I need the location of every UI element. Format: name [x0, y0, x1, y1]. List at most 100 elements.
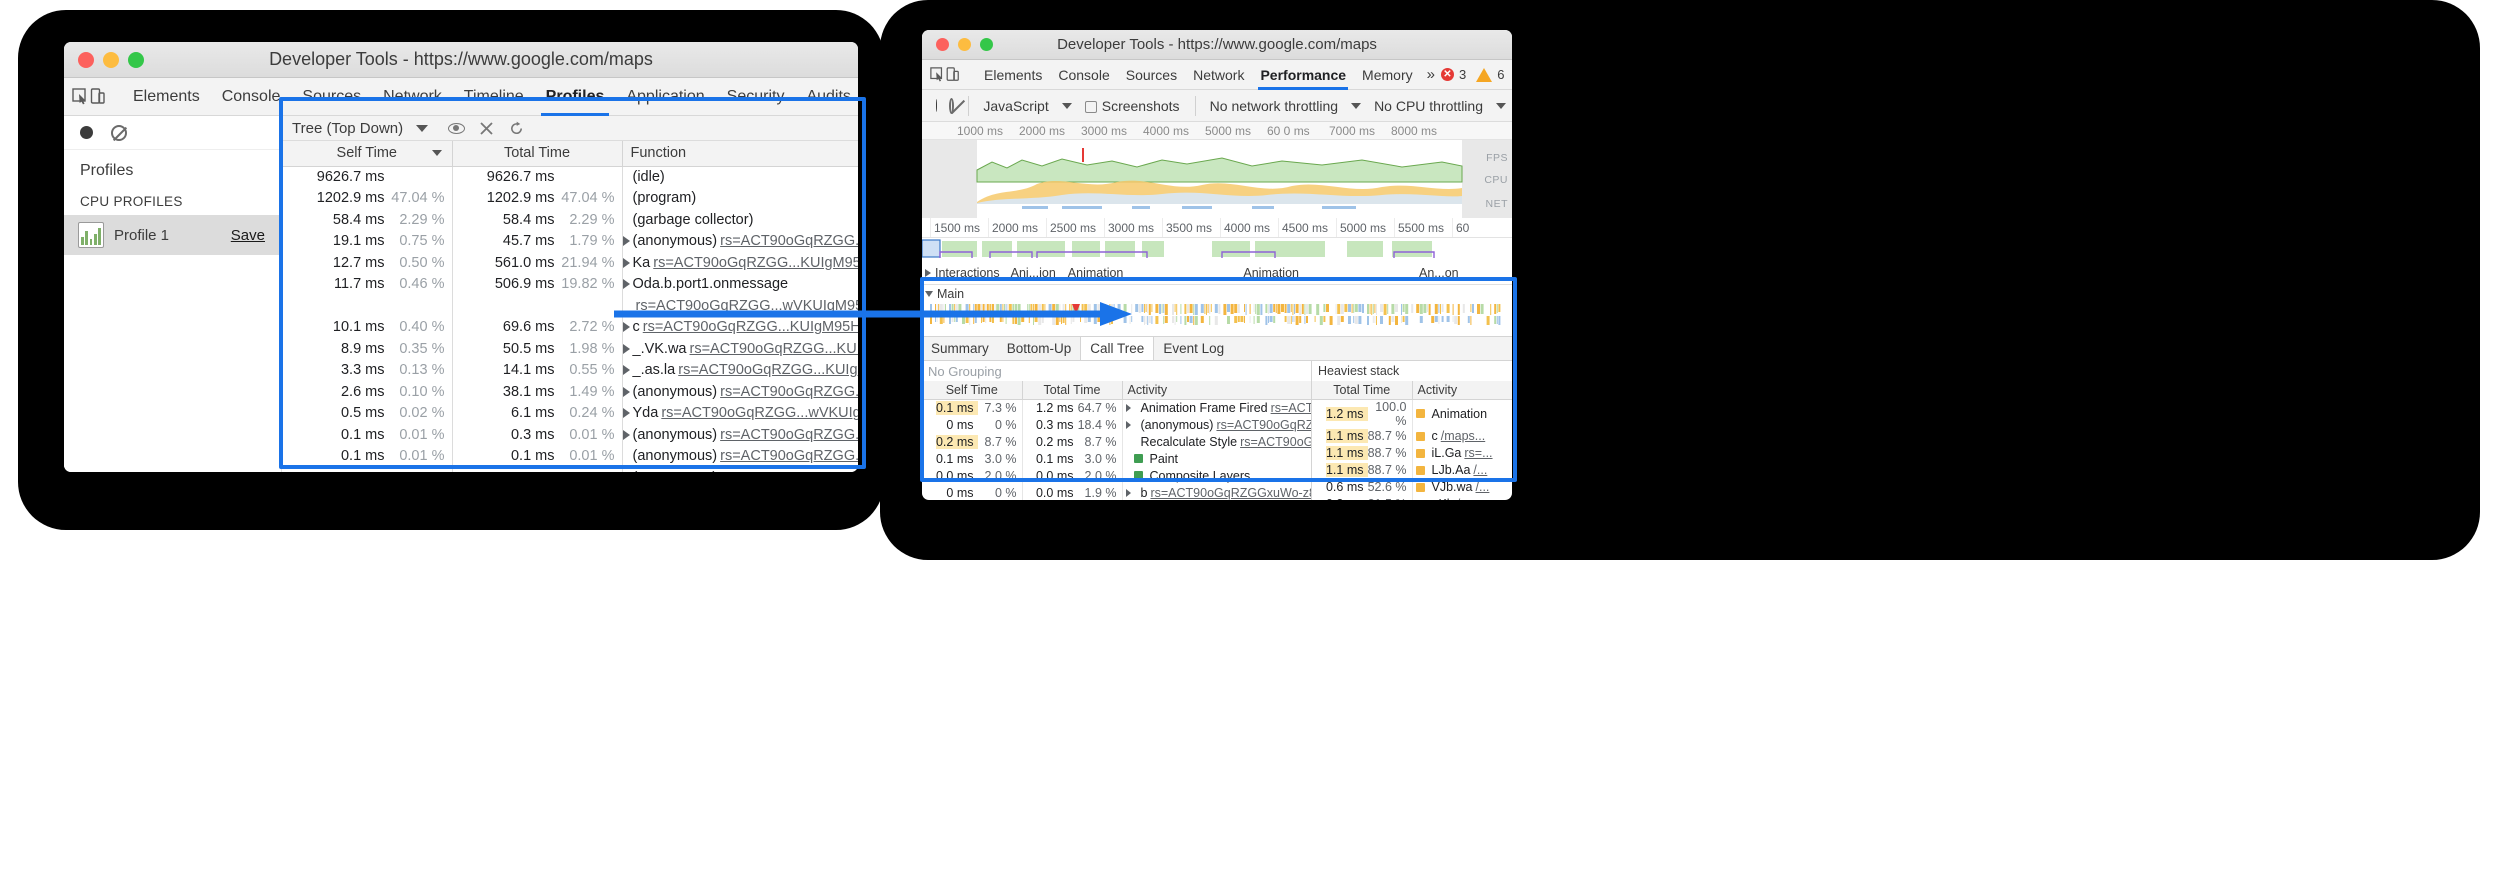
- main-row[interactable]: Main: [922, 285, 1512, 303]
- device-toolbar-icon[interactable]: [89, 83, 106, 111]
- source-link[interactable]: rs=ACT90oGqRZGG...KUIgM95Hw:1176: [720, 427, 858, 443]
- expand-triangle-icon[interactable]: [623, 279, 630, 289]
- table-row[interactable]: 0.5 ms0.02 %6.1 ms0.24 %Ydars=ACT90oGqRZ…: [282, 403, 858, 425]
- expand-triangle-icon[interactable]: [1126, 404, 1131, 412]
- source-link[interactable]: rs=ACT90oGqRZGG...VKUIgM95Hw:679: [720, 448, 858, 464]
- tab-application[interactable]: Application: [615, 78, 715, 116]
- inspect-element-icon-right[interactable]: [930, 61, 945, 89]
- tab-profiles[interactable]: Profiles: [535, 78, 616, 116]
- hs-source-link[interactable]: /maps...: [1441, 429, 1485, 443]
- hs-source-link[interactable]: /ma...: [1457, 497, 1488, 500]
- btab-call-tree[interactable]: Call Tree: [1080, 337, 1154, 360]
- exclude-close-icon[interactable]: [471, 116, 501, 140]
- heaviest-stack-row[interactable]: 1.1 ms88.7 %iL.Gars=...: [1312, 445, 1512, 462]
- activity-source-link[interactable]: rs=ACT90oGqR...: [1240, 435, 1311, 449]
- javascript-chevron-down-icon[interactable]: [1062, 103, 1072, 109]
- record-icon[interactable]: [80, 126, 93, 139]
- expand-triangle-icon[interactable]: [623, 236, 630, 246]
- right-window-controls[interactable]: [936, 38, 993, 51]
- tab-sources[interactable]: Sources: [291, 78, 372, 116]
- tab-console[interactable]: Console: [211, 78, 292, 116]
- rtab-overflow-icon[interactable]: »: [1421, 60, 1441, 90]
- call-tree-row[interactable]: 0.1 ms7.3 %1.2 ms64.7 %Animation Frame F…: [922, 399, 1311, 416]
- right-error-badge[interactable]: ✕ 3: [1441, 67, 1466, 82]
- device-toolbar-icon-right[interactable]: [945, 61, 960, 89]
- close-button-right[interactable]: [936, 38, 949, 51]
- source-link[interactable]: rs=ACT90oGqRZGG...KUIgM95Hw:1662: [690, 341, 859, 357]
- profile-list-item[interactable]: Profile 1 Save: [64, 215, 281, 255]
- col-function[interactable]: Function: [622, 141, 858, 166]
- hs-source-link[interactable]: rs=...: [1464, 446, 1492, 460]
- table-row[interactable]: rs=ACT90oGqRZGG...wVKUIgM95Hw:88: [282, 295, 858, 317]
- rtab-performance[interactable]: Performance: [1252, 60, 1354, 90]
- tab-network[interactable]: Network: [372, 78, 453, 116]
- expand-triangle-icon[interactable]: [925, 269, 931, 277]
- table-row[interactable]: 19.1 ms0.75 %45.7 ms1.79 %(anonymous)rs=…: [282, 231, 858, 253]
- expand-triangle-icon[interactable]: [623, 258, 630, 268]
- activity-source-link[interactable]: rs=ACT90...: [1271, 401, 1311, 415]
- minimize-button-right[interactable]: [958, 38, 971, 51]
- expand-triangle-icon[interactable]: [623, 322, 630, 332]
- expand-triangle-icon[interactable]: [623, 344, 630, 354]
- heaviest-stack-row[interactable]: 0.6 ms52.6 %VJb.wa/...: [1312, 479, 1512, 496]
- maximize-button[interactable]: [128, 52, 144, 68]
- tab-timeline[interactable]: Timeline: [453, 78, 535, 116]
- save-profile-link[interactable]: Save: [231, 227, 265, 244]
- table-row[interactable]: 11.7 ms0.46 %506.9 ms19.82 %Oda.b.port1.…: [282, 274, 858, 296]
- right-warning-badge[interactable]: 6: [1476, 67, 1504, 82]
- clear-performance-icon[interactable]: [949, 98, 954, 114]
- heaviest-stack-row[interactable]: 1.2 ms100.0 %Animation: [1312, 399, 1512, 428]
- maximize-button-right[interactable]: [980, 38, 993, 51]
- network-throttling-label[interactable]: No network throttling: [1203, 98, 1345, 114]
- table-row[interactable]: 0.1 ms0.01 %0.1 ms0.01 %(anonymous)rs=AC…: [282, 446, 858, 468]
- expand-triangle-icon[interactable]: [1126, 489, 1131, 497]
- record-performance-icon[interactable]: [936, 99, 937, 112]
- javascript-selector-label[interactable]: JavaScript: [976, 98, 1055, 114]
- focus-eye-icon[interactable]: [441, 116, 471, 140]
- rtab-sources[interactable]: Sources: [1118, 60, 1185, 90]
- tab-audits[interactable]: Audits: [795, 78, 858, 116]
- minimize-button[interactable]: [103, 52, 119, 68]
- hs-col-total-time[interactable]: Total Time: [1312, 381, 1412, 399]
- rtab-elements[interactable]: Elements: [976, 60, 1050, 90]
- chevron-down-icon[interactable]: [416, 125, 428, 132]
- expand-triangle-icon[interactable]: [623, 430, 630, 440]
- overview-graph[interactable]: FPS CPU NET: [922, 140, 1512, 218]
- col-total-time[interactable]: Total Time: [452, 141, 622, 166]
- expand-triangle-icon[interactable]: [623, 408, 630, 418]
- source-link[interactable]: rs=ACT90oGqRZGG...VKUIgM95Hw:126: [720, 233, 858, 249]
- main-flame-chart[interactable]: [922, 303, 1512, 335]
- source-link[interactable]: rs=ACT90oGqRZGG...KUIgM95Hw:1745: [720, 384, 858, 400]
- activity-source-link[interactable]: rs=ACT90oGqRZGGxuWo-z8B...: [1150, 486, 1311, 500]
- activity-source-link[interactable]: rs=ACT90oGqRZGG...: [1216, 418, 1311, 432]
- restore-refresh-icon[interactable]: [501, 116, 531, 140]
- interactions-row[interactable]: Interactions Ani...ion Animation Animati…: [922, 266, 1512, 280]
- left-window-controls[interactable]: [78, 52, 144, 68]
- ct-col-total-time[interactable]: Total Time: [1022, 381, 1122, 399]
- tree-mode-label[interactable]: Tree (Top Down): [292, 120, 403, 137]
- btab-summary[interactable]: Summary: [922, 337, 998, 360]
- table-row[interactable]: 1202.9 ms47.04 %1202.9 ms47.04 %(program…: [282, 188, 858, 210]
- source-link[interactable]: VM77:139: [788, 470, 858, 472]
- source-link[interactable]: rs=ACT90oGqRZGG...KUIgM95Hw:1799: [653, 255, 858, 271]
- source-link[interactable]: rs=ACT90oGqRZGG...KUIgM95Hw:1483: [678, 362, 858, 378]
- tab-elements[interactable]: Elements: [122, 78, 211, 116]
- heaviest-stack-row[interactable]: 1.1 ms88.7 %LJb.Aa/...: [1312, 462, 1512, 479]
- hs-source-link[interactable]: /...: [1473, 463, 1487, 477]
- rtab-memory[interactable]: Memory: [1354, 60, 1421, 90]
- tab-security[interactable]: Security: [716, 78, 796, 116]
- cpu-throttling-label[interactable]: No CPU throttling: [1367, 98, 1490, 114]
- table-row[interactable]: 10.1 ms0.40 %69.6 ms2.72 %crs=ACT90oGqRZ…: [282, 317, 858, 339]
- expand-triangle-icon[interactable]: [623, 387, 630, 397]
- close-button[interactable]: [78, 52, 94, 68]
- call-tree-row[interactable]: 0.1 ms3.0 %0.1 ms3.0 %Paint: [922, 450, 1311, 467]
- clear-icon[interactable]: [111, 125, 127, 141]
- call-tree-row[interactable]: 0.0 ms2.0 %0.0 ms2.0 %Composite Layers: [922, 467, 1311, 484]
- rtab-console[interactable]: Console: [1050, 60, 1117, 90]
- heaviest-stack-row[interactable]: 0.3 ms21.5 %aKb/ma...: [1312, 496, 1512, 501]
- hs-source-link[interactable]: /...: [1476, 480, 1490, 494]
- table-row[interactable]: 0.1 ms0.01 %1.8 ms0.07 %(anonymous)VM77:…: [282, 467, 858, 472]
- table-row[interactable]: 12.7 ms0.50 %561.0 ms21.94 %Kars=ACT90oG…: [282, 252, 858, 274]
- expand-triangle-icon[interactable]: [623, 365, 630, 375]
- table-row[interactable]: 8.9 ms0.35 %50.5 ms1.98 %_.VK.wars=ACT90…: [282, 338, 858, 360]
